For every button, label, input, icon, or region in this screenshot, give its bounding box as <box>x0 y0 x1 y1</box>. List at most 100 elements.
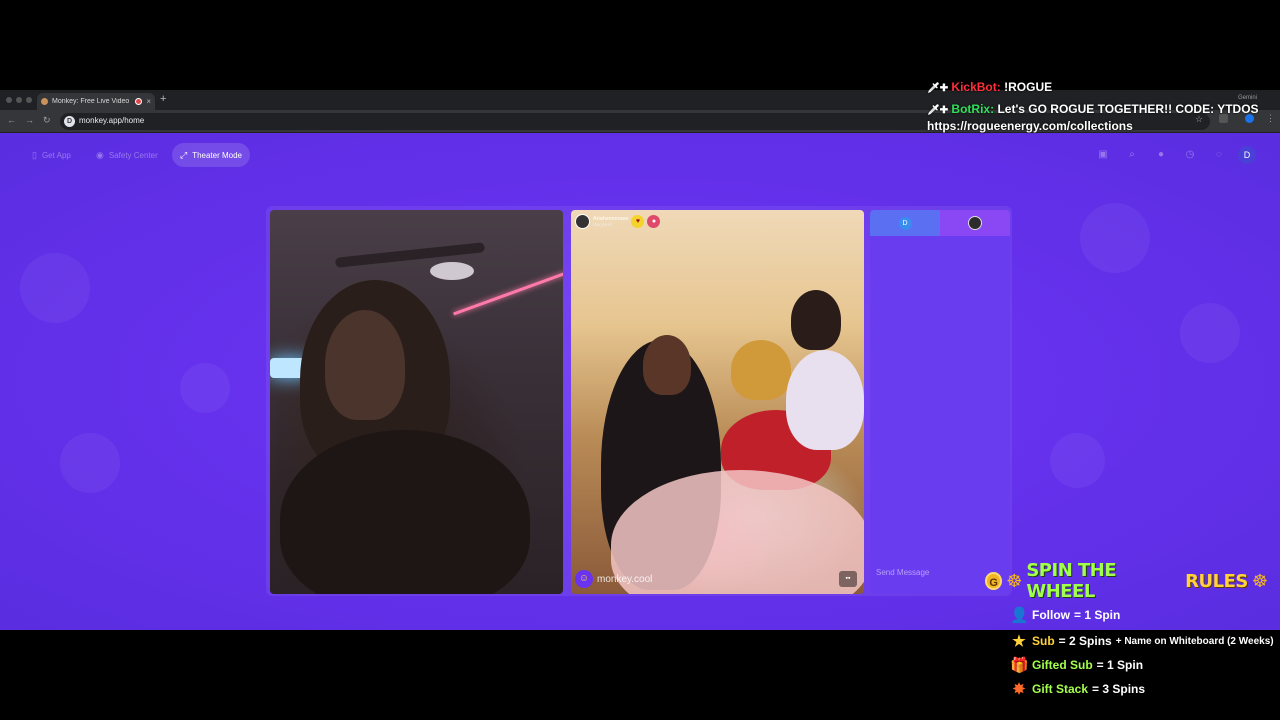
chat-text: Let's GO ROGUE TOGETHER!! CODE: YTDOS <box>997 102 1259 116</box>
video-stage: Ariahxmonaee Maryland ♥ ● ☺ monkey.cool … <box>266 206 1012 596</box>
self-video <box>270 210 563 594</box>
background-blob <box>1080 203 1150 273</box>
led-strip <box>453 271 563 316</box>
chat-username: KickBot: <box>951 80 1001 94</box>
get-app-label: Get App <box>41 150 71 160</box>
gemini-button[interactable]: Gemini <box>1238 95 1257 101</box>
person-face <box>325 310 405 420</box>
stream-chat-message: 🗡✚ BotRix: Let's GO ROGUE TOGETHER!! COD… <box>927 102 1259 116</box>
background-blob <box>60 433 120 493</box>
monkey-page: ▯ Get App ◉ Safety Center ⤢ Theater Mode… <box>0 133 1280 630</box>
url-text: monkey.app/home <box>79 116 145 125</box>
monkey-watermark: ☺ monkey.cool <box>575 570 652 588</box>
person-body <box>280 430 530 594</box>
chat-username: BotRix: <box>951 102 995 116</box>
partner-avatar[interactable] <box>575 214 590 229</box>
person-hair <box>731 340 791 400</box>
self-avatar: D <box>898 216 912 230</box>
new-tab-button[interactable]: + <box>160 93 166 105</box>
report-icon[interactable]: ▪▪ <box>839 571 857 587</box>
heart-icon[interactable]: ♥ <box>631 215 645 228</box>
coin-icon[interactable]: ● <box>1155 149 1167 161</box>
rule-key: Sub <box>1032 634 1055 648</box>
gift-icon: 🎁 <box>1010 657 1029 674</box>
shop-icon[interactable]: ▣ <box>1097 149 1109 161</box>
chat-panel: D Send Message <box>870 210 1010 594</box>
partner-text: Ariahxmonaee Maryland <box>593 216 628 227</box>
monkey-logo-icon: ☺ <box>575 570 593 588</box>
chat-text: https://rogueenergy.com/collections <box>927 119 1133 133</box>
tab-close-button[interactable]: × <box>146 97 151 106</box>
spin-title: SPIN THE WHEEL <box>1026 560 1117 602</box>
forward-icon[interactable]: → <box>25 115 34 125</box>
chat-text: !ROGUE <box>1004 80 1053 94</box>
gift-icon[interactable]: ● <box>647 215 661 228</box>
ceiling-light <box>430 262 474 280</box>
stream-chat-message: 🗡✚ KickBot: !ROGUE <box>927 80 1052 94</box>
rule-gift-stack: ✸ Gift Stack = 3 Spins <box>1010 680 1145 698</box>
rule-sub: ★ Sub = 2 Spins + Name on Whiteboard (2 … <box>1010 632 1274 650</box>
brand-text: monkey.cool <box>597 573 653 585</box>
back-icon[interactable]: ← <box>7 115 16 125</box>
partner-avatar-small <box>968 216 982 230</box>
menu-dots-icon[interactable]: ⋮ <box>1266 113 1275 124</box>
minimize-window-icon[interactable] <box>16 97 22 103</box>
phone-icon: ▯ <box>32 149 37 160</box>
tab-partner[interactable] <box>940 210 1010 236</box>
rule-gifted-sub: 🎁 Gifted Sub = 1 Spin <box>1010 656 1143 674</box>
rule-value: = 1 Spin <box>1096 658 1144 672</box>
shield-icon: ◉ <box>96 149 104 160</box>
site-info-icon[interactable]: D <box>64 116 75 127</box>
chat-badges-icon: 🗡✚ <box>927 105 949 116</box>
send-message-input[interactable]: Send Message <box>876 568 929 577</box>
rule-value: = 3 Spins <box>1092 682 1146 696</box>
rule-extra: + Name on Whiteboard (2 Weeks) <box>1115 635 1274 647</box>
rule-value: = 2 Spins <box>1058 634 1112 648</box>
browser-tab[interactable]: Monkey: Free Live Video Chat × <box>37 93 155 110</box>
rule-value: = 1 Spin <box>1074 608 1121 622</box>
rule-key: Gifted Sub <box>1032 658 1093 672</box>
partner-location: Maryland <box>593 222 612 227</box>
get-app-button[interactable]: ▯ Get App <box>24 143 79 167</box>
monkey-favicon-icon <box>41 98 48 105</box>
person-body <box>786 350 864 450</box>
safety-center-button[interactable]: ◉ Safety Center <box>88 143 166 167</box>
tab-self[interactable]: D <box>870 210 940 236</box>
rule-follow: 👤 Follow = 1 Spin <box>1010 606 1120 624</box>
explosion-icon: ✸ <box>1012 681 1026 698</box>
ferris-wheel-icon: ☸ <box>1251 570 1268 591</box>
chat-badges-icon: 🗡✚ <box>927 83 949 94</box>
tab-title: Monkey: Free Live Video Chat <box>52 98 131 105</box>
search-icon[interactable]: ⌕ <box>1126 149 1138 161</box>
spin-wheel-panel: G ☸ SPIN THE WHEEL RULES ☸ <box>985 560 1268 602</box>
stream-chat-message: https://rogueenergy.com/collections <box>927 119 1133 133</box>
background-blob <box>1050 433 1105 488</box>
person-face <box>643 335 691 395</box>
ferris-wheel-icon: ☸ <box>1006 570 1023 591</box>
background-blob <box>20 253 90 323</box>
user-avatar[interactable]: D <box>1238 146 1256 164</box>
background-blob <box>1180 303 1240 363</box>
user-icon: 👤 <box>1010 607 1029 624</box>
spin-wheel-title: G ☸ SPIN THE WHEEL RULES ☸ <box>985 560 1268 602</box>
messages-icon[interactable]: ◌ <box>1213 149 1225 161</box>
browser-window: Monkey: Free Live Video Chat × + Gemini … <box>0 90 1280 630</box>
background-blob <box>180 363 230 413</box>
recording-icon <box>135 98 143 105</box>
reload-icon[interactable]: ↻ <box>43 115 51 126</box>
maximize-window-icon[interactable] <box>26 97 32 103</box>
partner-info: Ariahxmonaee Maryland ♥ ● <box>575 214 661 229</box>
partner-video: Ariahxmonaee Maryland ♥ ● ☺ monkey.cool … <box>571 210 864 594</box>
safety-center-label: Safety Center <box>108 150 158 160</box>
rule-key: Follow <box>1032 608 1070 622</box>
close-window-icon[interactable] <box>6 97 12 103</box>
star-icon: ★ <box>1012 633 1026 650</box>
rules-title: RULES <box>1185 570 1248 592</box>
theater-mode-label: Theater Mode <box>192 150 243 160</box>
history-icon[interactable]: ◷ <box>1184 149 1196 161</box>
theater-mode-button[interactable]: ⤢ Theater Mode <box>172 143 251 167</box>
person-silhouette <box>791 290 841 350</box>
rule-key: Gift Stack <box>1032 682 1089 696</box>
coin-icon: G <box>985 572 1003 590</box>
expand-icon: ⤢ <box>180 149 188 160</box>
